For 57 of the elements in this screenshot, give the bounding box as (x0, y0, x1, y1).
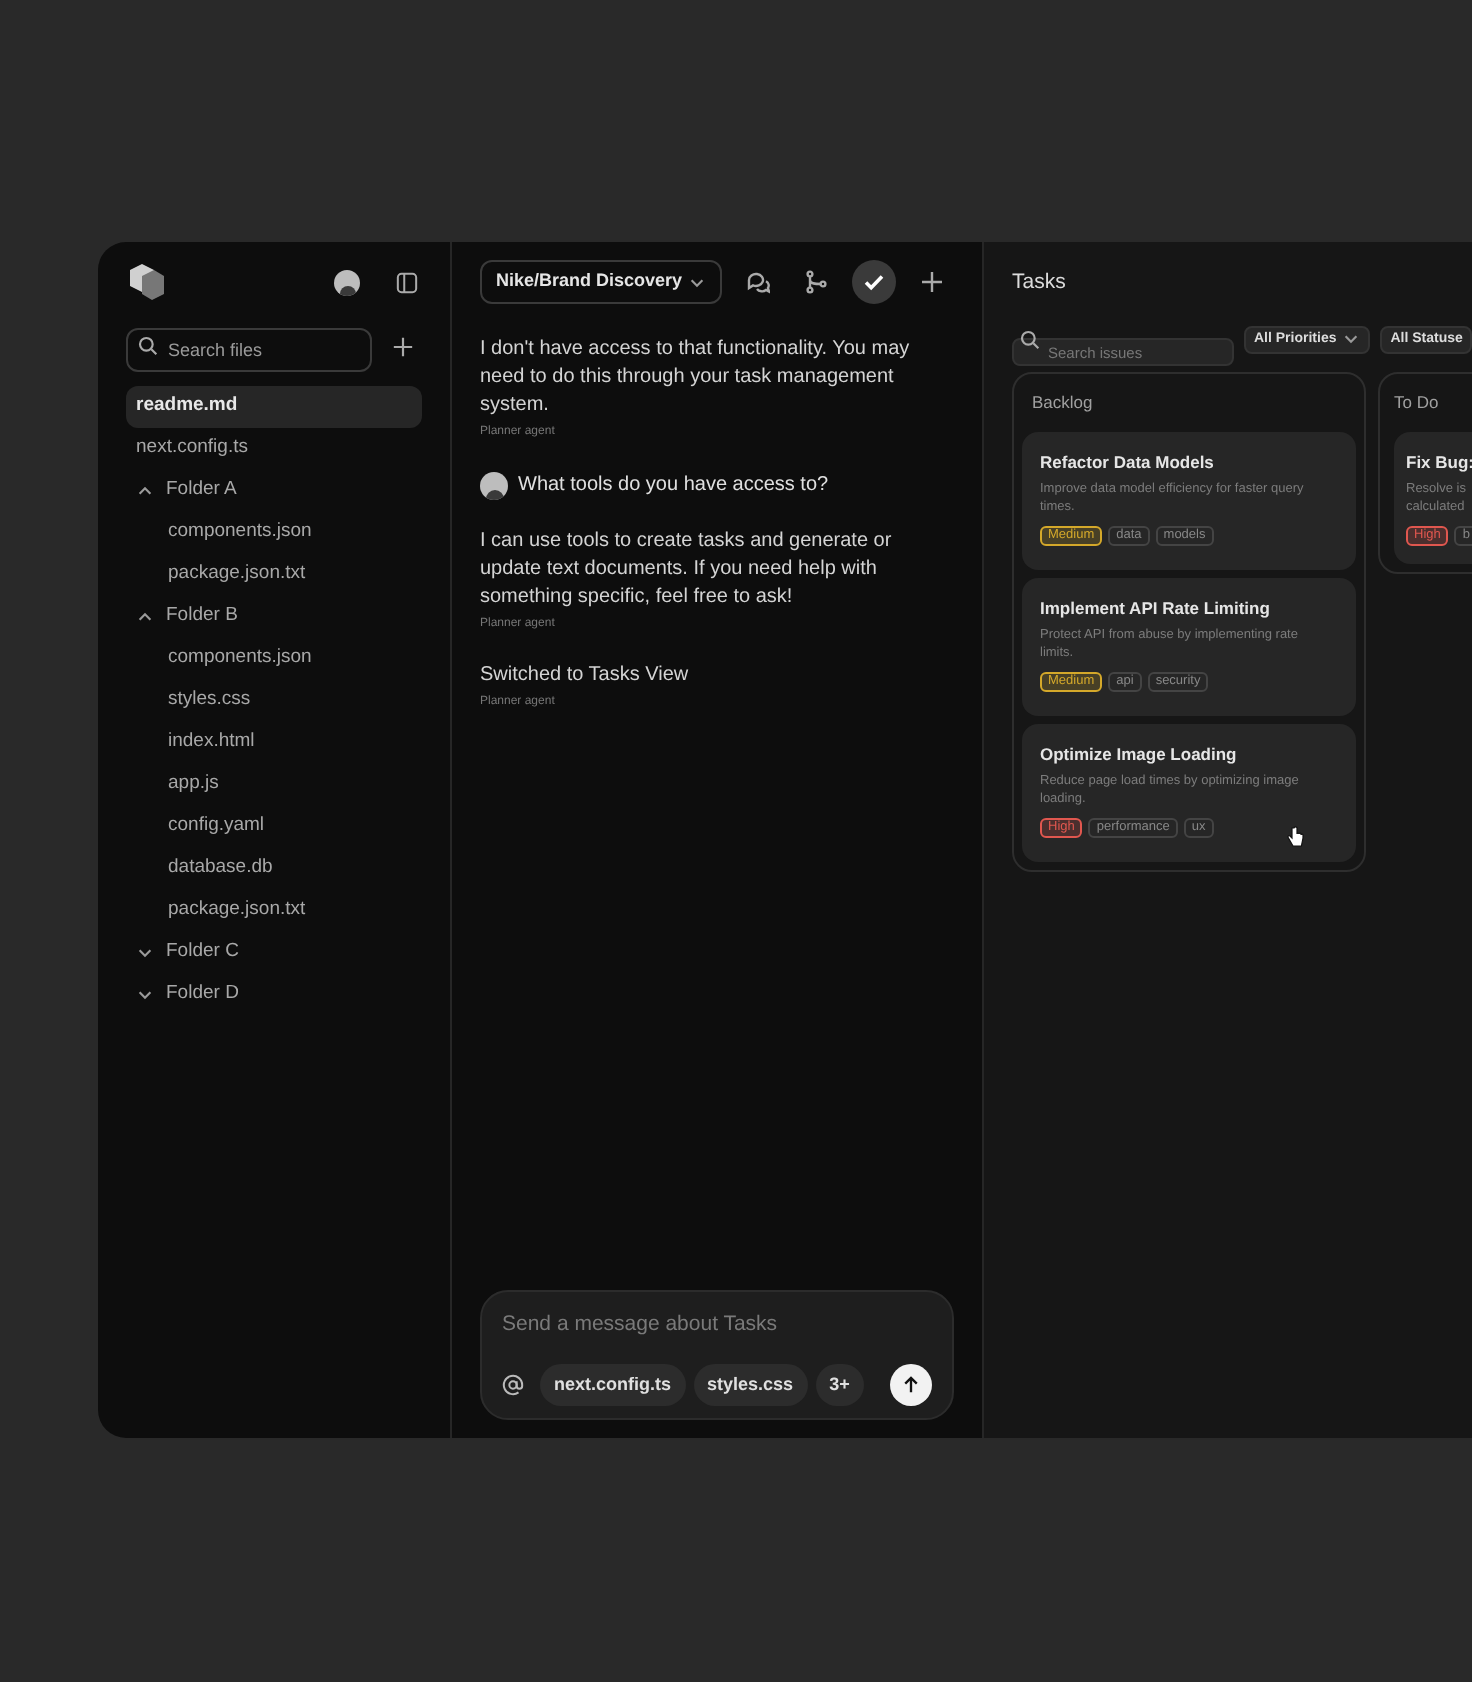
search-field[interactable]: Search files (126, 328, 372, 372)
folder-name: Folder D (166, 980, 239, 1009)
folder-name: Folder B (166, 602, 238, 631)
folder-name: Folder A (166, 476, 237, 505)
agent-message: I don't have access to that functionality. You may need to do this through your task management system. (480, 336, 912, 420)
pointer-cursor-icon (1286, 825, 1304, 847)
message-input[interactable]: Send a message about Tasks (502, 1310, 932, 1342)
file-item[interactable]: database.db (126, 848, 422, 890)
search-icon (1020, 329, 1040, 350)
user-avatar (480, 471, 508, 499)
file-item[interactable]: index.html (126, 722, 422, 764)
file-item[interactable]: styles.css (126, 680, 422, 722)
context-chip[interactable]: 3+ (815, 1364, 864, 1406)
task-title: Refactor Data Models (1040, 449, 1216, 475)
mention-icon[interactable] (502, 1374, 524, 1396)
search-icon (138, 336, 158, 356)
file-item[interactable]: components.json (126, 512, 422, 554)
panel-title: Tasks (1012, 268, 1068, 298)
folder-item[interactable]: Folder B (126, 596, 422, 638)
chat-icon (746, 270, 770, 294)
sidebar-toggle-icon[interactable] (396, 271, 418, 293)
file-item[interactable]: readme.md (126, 386, 422, 428)
task-title: Optimize Image Loading (1040, 741, 1239, 767)
folder-item[interactable]: Folder C (126, 932, 422, 974)
chevron-down-icon (1342, 330, 1361, 349)
check-icon (862, 270, 886, 294)
project-dropdown[interactable]: Nike/Brand Discovery (480, 260, 722, 304)
folder-name: Folder C (166, 938, 239, 967)
chevron-down-icon (136, 944, 154, 962)
file-item[interactable]: package.json.txt (126, 554, 422, 596)
agent-message: Switched to Tasks View (480, 662, 691, 690)
file-item[interactable]: next.config.ts (126, 428, 422, 470)
chevron-down-icon (136, 986, 154, 1004)
file-item[interactable]: package.json.txt (126, 890, 422, 932)
chevron-up-icon (136, 608, 154, 626)
context-chip[interactable]: next.config.ts (540, 1364, 686, 1406)
task-title: Fix Bug: (1406, 449, 1472, 475)
file-item[interactable]: config.yaml (126, 806, 422, 848)
send-button[interactable] (890, 1364, 932, 1406)
file-item[interactable]: components.json (126, 638, 422, 680)
folder-item[interactable]: Folder A (126, 470, 422, 512)
user-message: What tools do you have access to? (518, 472, 829, 500)
branch-icon (804, 270, 828, 294)
avatar[interactable] (334, 269, 360, 295)
column-title: Backlog (1030, 389, 1095, 416)
context-chip[interactable]: styles.css (693, 1364, 808, 1406)
add-icon (920, 270, 944, 294)
column-title: To Do (1394, 389, 1441, 416)
task-title: Implement API Rate Limiting (1040, 595, 1272, 621)
logo-icon (126, 262, 166, 302)
add-icon[interactable] (392, 335, 414, 357)
chevron-up-icon (136, 482, 154, 500)
folder-item[interactable]: Folder D (126, 974, 422, 1016)
toolbar-button[interactable] (852, 260, 896, 304)
agent-message: I can use tools to create tasks and generate or update text documents. If you need help with something specific, feel free to ask! (480, 528, 894, 612)
file-item[interactable]: app.js (126, 764, 422, 806)
arrow-up-icon (902, 1376, 920, 1394)
